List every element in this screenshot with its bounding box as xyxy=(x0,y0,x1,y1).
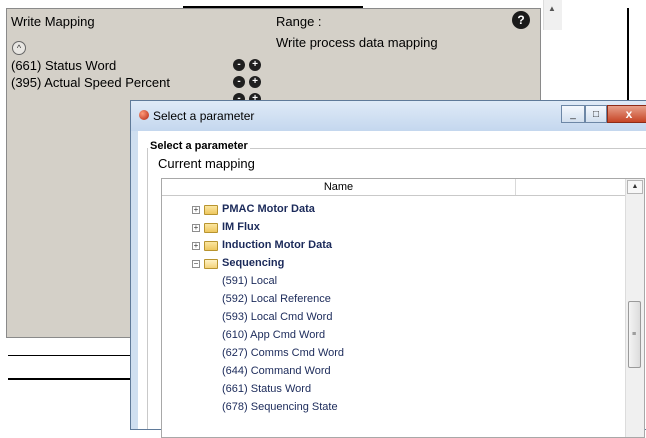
groupbox-legend: Select a parameter xyxy=(148,140,250,152)
dialog-title: Select a parameter xyxy=(153,109,255,123)
tree-item[interactable]: (644) Command Word xyxy=(222,365,331,377)
tree-item[interactable]: (610) App Cmd Word xyxy=(222,329,325,341)
mapping-row: (395) Actual Speed Percent xyxy=(11,75,170,90)
folder-icon xyxy=(204,223,218,233)
dialog-titlebar[interactable]: Select a parameter _ □ x xyxy=(131,101,646,131)
grip-icon: ≡ xyxy=(632,331,637,338)
tree-folder-induction-motor-data[interactable]: Induction Motor Data xyxy=(222,239,332,251)
add-button[interactable]: + xyxy=(249,76,261,88)
minus-expander-icon[interactable]: − xyxy=(192,260,200,268)
tree-item[interactable]: (627) Comms Cmd Word xyxy=(222,347,344,359)
tree-item[interactable]: (593) Local Cmd Word xyxy=(222,311,332,323)
divider-line xyxy=(8,378,131,380)
remove-button[interactable]: - xyxy=(233,59,245,71)
remove-button[interactable]: - xyxy=(233,76,245,88)
close-button[interactable]: x xyxy=(607,105,646,123)
tree-folder-im-flux[interactable]: IM Flux xyxy=(222,221,260,233)
divider-line xyxy=(8,355,131,356)
tree-item[interactable]: (591) Local xyxy=(222,275,277,287)
tree-item[interactable]: (678) Sequencing State xyxy=(222,401,338,413)
dialog-client: Select a parameter Current mapping Name … xyxy=(138,131,646,438)
plus-expander-icon[interactable]: + xyxy=(192,242,200,250)
parameter-tree[interactable]: Name + PMAC Motor Data + IM Flux + Induc… xyxy=(161,178,645,438)
add-button[interactable]: + xyxy=(249,59,261,71)
folder-open-icon xyxy=(204,259,218,269)
panel-scrollbar[interactable]: ▲ xyxy=(543,0,562,30)
tree-header: Name xyxy=(162,179,625,196)
help-icon[interactable]: ? xyxy=(512,11,530,29)
tree-item[interactable]: (661) Status Word xyxy=(222,383,311,395)
select-parameter-dialog: Select a parameter _ □ x Select a parame… xyxy=(130,100,646,438)
folder-icon xyxy=(204,205,218,215)
range-label: Range : xyxy=(276,14,322,29)
plus-expander-icon[interactable]: + xyxy=(192,206,200,214)
plus-expander-icon[interactable]: + xyxy=(192,224,200,232)
scroll-thumb[interactable]: ≡ xyxy=(628,301,641,368)
tree-folder-pmac-motor-data[interactable]: PMAC Motor Data xyxy=(222,203,315,215)
range-description: Write process data mapping xyxy=(276,35,438,50)
tree-item[interactable]: (592) Local Reference xyxy=(222,293,331,305)
panel-title: Write Mapping xyxy=(11,14,95,29)
tree-folder-sequencing[interactable]: Sequencing xyxy=(222,257,284,269)
scroll-up-icon[interactable]: ▲ xyxy=(627,180,643,194)
tree-scrollbar[interactable]: ▲ ≡ xyxy=(625,179,644,437)
collapse-icon[interactable]: ^ xyxy=(12,41,26,55)
app-icon xyxy=(139,110,149,120)
minimize-button[interactable]: _ xyxy=(561,105,585,123)
maximize-button[interactable]: □ xyxy=(585,105,607,123)
scroll-up-icon[interactable]: ▲ xyxy=(548,4,556,13)
mapping-row: (661) Status Word xyxy=(11,58,117,73)
folder-icon xyxy=(204,241,218,251)
column-header-name[interactable]: Name xyxy=(162,179,516,195)
current-mapping-label: Current mapping xyxy=(158,156,255,171)
